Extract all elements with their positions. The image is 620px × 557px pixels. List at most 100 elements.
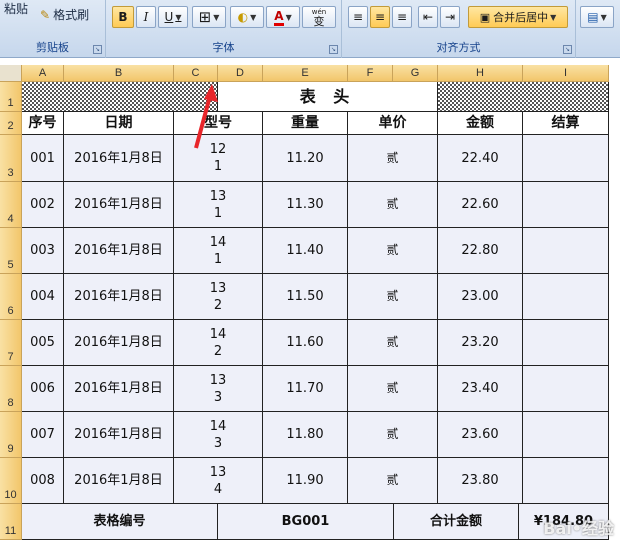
amount-cell[interactable]: 23.80 [438, 458, 523, 504]
column-title-1[interactable]: 序号 [22, 112, 64, 135]
fill-color-button[interactable]: ◐ ▼ [230, 6, 264, 28]
weight-cell[interactable]: 11.20 [263, 135, 348, 182]
column-header-e[interactable]: E [263, 65, 348, 82]
column-title-2[interactable]: 日期 [64, 112, 174, 135]
settle-cell[interactable] [523, 135, 609, 182]
merge-center-button[interactable]: ▣ 合并后居中 ▼ [468, 6, 568, 28]
decorative-pattern-cell[interactable] [438, 82, 609, 112]
settle-cell[interactable] [523, 366, 609, 412]
number-format-button[interactable]: ▤ ▼ [580, 6, 614, 28]
price-cell[interactable]: 贰 [348, 412, 438, 458]
row-header-1[interactable]: 1 [0, 82, 22, 112]
date-cell[interactable]: 2016年1月8日 [64, 320, 174, 366]
weight-cell[interactable]: 11.80 [263, 412, 348, 458]
align-right-button[interactable]: ≡ [392, 6, 412, 28]
column-header-h[interactable]: H [438, 65, 523, 82]
align-left-button[interactable]: ≡ [348, 6, 368, 28]
format-painter-button[interactable]: ✎ 格式刷 [40, 6, 89, 23]
border-button[interactable]: ⊞ ▼ [192, 6, 226, 28]
price-cell[interactable]: 贰 [348, 182, 438, 228]
seq-cell[interactable]: 004 [22, 274, 64, 320]
decrease-indent-button[interactable]: ⇤ [418, 6, 438, 28]
column-header-g[interactable]: G [393, 65, 438, 82]
font-launcher-icon[interactable]: ↘ [329, 45, 338, 54]
price-cell[interactable]: 贰 [348, 228, 438, 274]
seq-cell[interactable]: 005 [22, 320, 64, 366]
row-header-10[interactable]: 10 [0, 458, 22, 504]
settle-cell[interactable] [523, 274, 609, 320]
column-title-3[interactable]: 型号 [174, 112, 263, 135]
model-cell[interactable]: 13 3 [174, 366, 263, 412]
settle-cell[interactable] [523, 458, 609, 504]
row-header-2[interactable]: 2 [0, 112, 22, 135]
price-cell[interactable]: 贰 [348, 458, 438, 504]
font-color-button[interactable]: A ▼ [266, 6, 300, 28]
date-cell[interactable]: 2016年1月8日 [64, 366, 174, 412]
table-title-cell[interactable]: 表 头 [218, 82, 438, 112]
phonetic-button[interactable]: wén 变 [302, 6, 336, 28]
price-cell[interactable]: 贰 [348, 135, 438, 182]
paste-button[interactable]: 粘贴 [4, 0, 28, 17]
model-cell[interactable]: 13 4 [174, 458, 263, 504]
amount-cell[interactable]: 23.40 [438, 366, 523, 412]
weight-cell[interactable]: 11.60 [263, 320, 348, 366]
weight-cell[interactable]: 11.30 [263, 182, 348, 228]
increase-indent-button[interactable]: ⇥ [440, 6, 460, 28]
column-title-6[interactable]: 金额 [438, 112, 523, 135]
footer-code-value[interactable]: BG001 [218, 504, 394, 540]
seq-cell[interactable]: 008 [22, 458, 64, 504]
weight-cell[interactable]: 11.40 [263, 228, 348, 274]
column-title-7[interactable]: 结算 [523, 112, 609, 135]
select-all-corner[interactable] [0, 65, 22, 82]
row-header-9[interactable]: 9 [0, 412, 22, 458]
row-header-6[interactable]: 6 [0, 274, 22, 320]
footer-total-label[interactable]: 合计金额 [394, 504, 519, 540]
row-header-7[interactable]: 7 [0, 320, 22, 366]
model-cell[interactable]: 14 1 [174, 228, 263, 274]
date-cell[interactable]: 2016年1月8日 [64, 182, 174, 228]
date-cell[interactable]: 2016年1月8日 [64, 412, 174, 458]
seq-cell[interactable]: 001 [22, 135, 64, 182]
seq-cell[interactable]: 003 [22, 228, 64, 274]
date-cell[interactable]: 2016年1月8日 [64, 228, 174, 274]
weight-cell[interactable]: 11.70 [263, 366, 348, 412]
model-cell[interactable]: 13 1 [174, 182, 263, 228]
align-center-button[interactable]: ≡ [370, 6, 390, 28]
footer-code-label[interactable]: 表格编号 [22, 504, 218, 540]
column-header-c[interactable]: C [174, 65, 218, 82]
price-cell[interactable]: 贰 [348, 320, 438, 366]
amount-cell[interactable]: 22.80 [438, 228, 523, 274]
column-header-a[interactable]: A [22, 65, 64, 82]
amount-cell[interactable]: 22.40 [438, 135, 523, 182]
column-header-f[interactable]: F [348, 65, 393, 82]
underline-button[interactable]: U ▼ [158, 6, 188, 28]
amount-cell[interactable]: 22.60 [438, 182, 523, 228]
settle-cell[interactable] [523, 412, 609, 458]
column-title-5[interactable]: 单价 [348, 112, 438, 135]
settle-cell[interactable] [523, 320, 609, 366]
column-header-b[interactable]: B [64, 65, 174, 82]
column-header-d[interactable]: D [218, 65, 263, 82]
column-title-4[interactable]: 重量 [263, 112, 348, 135]
date-cell[interactable]: 2016年1月8日 [64, 274, 174, 320]
clipboard-launcher-icon[interactable]: ↘ [93, 45, 102, 54]
row-header-11[interactable]: 11 [0, 504, 22, 540]
model-cell[interactable]: 14 2 [174, 320, 263, 366]
weight-cell[interactable]: 11.50 [263, 274, 348, 320]
row-header-8[interactable]: 8 [0, 366, 22, 412]
settle-cell[interactable] [523, 182, 609, 228]
date-cell[interactable]: 2016年1月8日 [64, 458, 174, 504]
row-header-3[interactable]: 3 [0, 135, 22, 182]
weight-cell[interactable]: 11.90 [263, 458, 348, 504]
settle-cell[interactable] [523, 228, 609, 274]
amount-cell[interactable]: 23.60 [438, 412, 523, 458]
seq-cell[interactable]: 007 [22, 412, 64, 458]
italic-button[interactable]: I [136, 6, 156, 28]
worksheet[interactable]: ABCDEFGHI 1 2 3 4 5 6 7 8 9 10 11 表 头序号 日期 型号 重量 单价 金额结… [0, 58, 620, 557]
price-cell[interactable]: 贰 [348, 366, 438, 412]
model-cell[interactable]: 12 1 [174, 135, 263, 182]
model-cell[interactable]: 13 2 [174, 274, 263, 320]
date-cell[interactable]: 2016年1月8日 [64, 135, 174, 182]
row-header-4[interactable]: 4 [0, 182, 22, 228]
model-cell[interactable]: 14 3 [174, 412, 263, 458]
